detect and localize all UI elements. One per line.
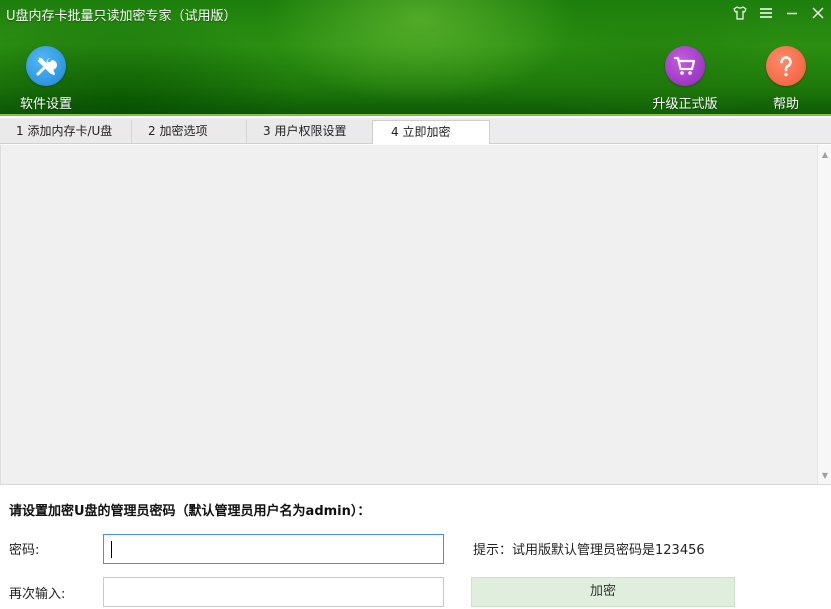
tab-add-device[interactable]: 1 添加内存卡/U盘 bbox=[0, 120, 132, 143]
upgrade-label: 升级正式版 bbox=[652, 97, 718, 112]
shirt-icon[interactable] bbox=[727, 2, 753, 24]
close-icon[interactable] bbox=[805, 2, 831, 24]
text-caret bbox=[111, 541, 112, 558]
password-form: 请设置加密U盘的管理员密码（默认管理员用户名为admin）： 密码: 提示：试用… bbox=[0, 484, 831, 609]
password-input[interactable] bbox=[104, 535, 443, 563]
minimize-icon[interactable] bbox=[779, 2, 805, 24]
form-heading: 请设置加密U盘的管理员密码（默认管理员用户名为admin）： bbox=[9, 504, 371, 519]
password-label: 密码: bbox=[9, 543, 40, 558]
menu-icon[interactable] bbox=[753, 2, 779, 24]
tab-encrypt-now[interactable]: 4 立即加密 bbox=[372, 120, 490, 144]
repeat-password-label: 再次输入: bbox=[9, 587, 66, 602]
scroll-down-icon[interactable]: ▼ bbox=[820, 469, 830, 481]
upgrade-button[interactable]: 升级正式版 bbox=[650, 46, 720, 112]
help-button[interactable]: 帮助 bbox=[751, 46, 821, 112]
tab-user-permissions[interactable]: 3 用户权限设置 bbox=[247, 120, 373, 143]
tab-bar: 1 添加内存卡/U盘 2 加密选项 3 用户权限设置 4 立即加密 bbox=[0, 118, 831, 144]
repeat-password-field[interactable] bbox=[103, 577, 444, 607]
vertical-scrollbar[interactable]: ▲ ▼ bbox=[817, 145, 831, 484]
repeat-password-input[interactable] bbox=[104, 578, 443, 606]
content-panel bbox=[0, 145, 817, 484]
settings-button[interactable]: 软件设置 bbox=[11, 46, 81, 112]
shopping-cart-icon bbox=[665, 46, 705, 86]
question-mark-icon bbox=[766, 46, 806, 86]
encrypt-button[interactable]: 加密 bbox=[471, 577, 735, 607]
window-controls bbox=[727, 2, 831, 24]
password-hint: 提示：试用版默认管理员密码是123456 bbox=[473, 543, 705, 558]
password-field[interactable] bbox=[103, 534, 444, 564]
wrench-screwdriver-icon bbox=[26, 46, 66, 86]
help-label: 帮助 bbox=[772, 97, 799, 112]
settings-label: 软件设置 bbox=[19, 97, 72, 112]
tab-encrypt-options[interactable]: 2 加密选项 bbox=[132, 120, 247, 143]
scroll-up-icon[interactable]: ▲ bbox=[820, 148, 830, 160]
window-title: U盘内存卡批量只读加密专家（试用版） bbox=[6, 9, 237, 24]
header-banner: U盘内存卡批量只读加密专家（试用版） 软件设置 升级正式版 帮助 bbox=[0, 0, 831, 116]
